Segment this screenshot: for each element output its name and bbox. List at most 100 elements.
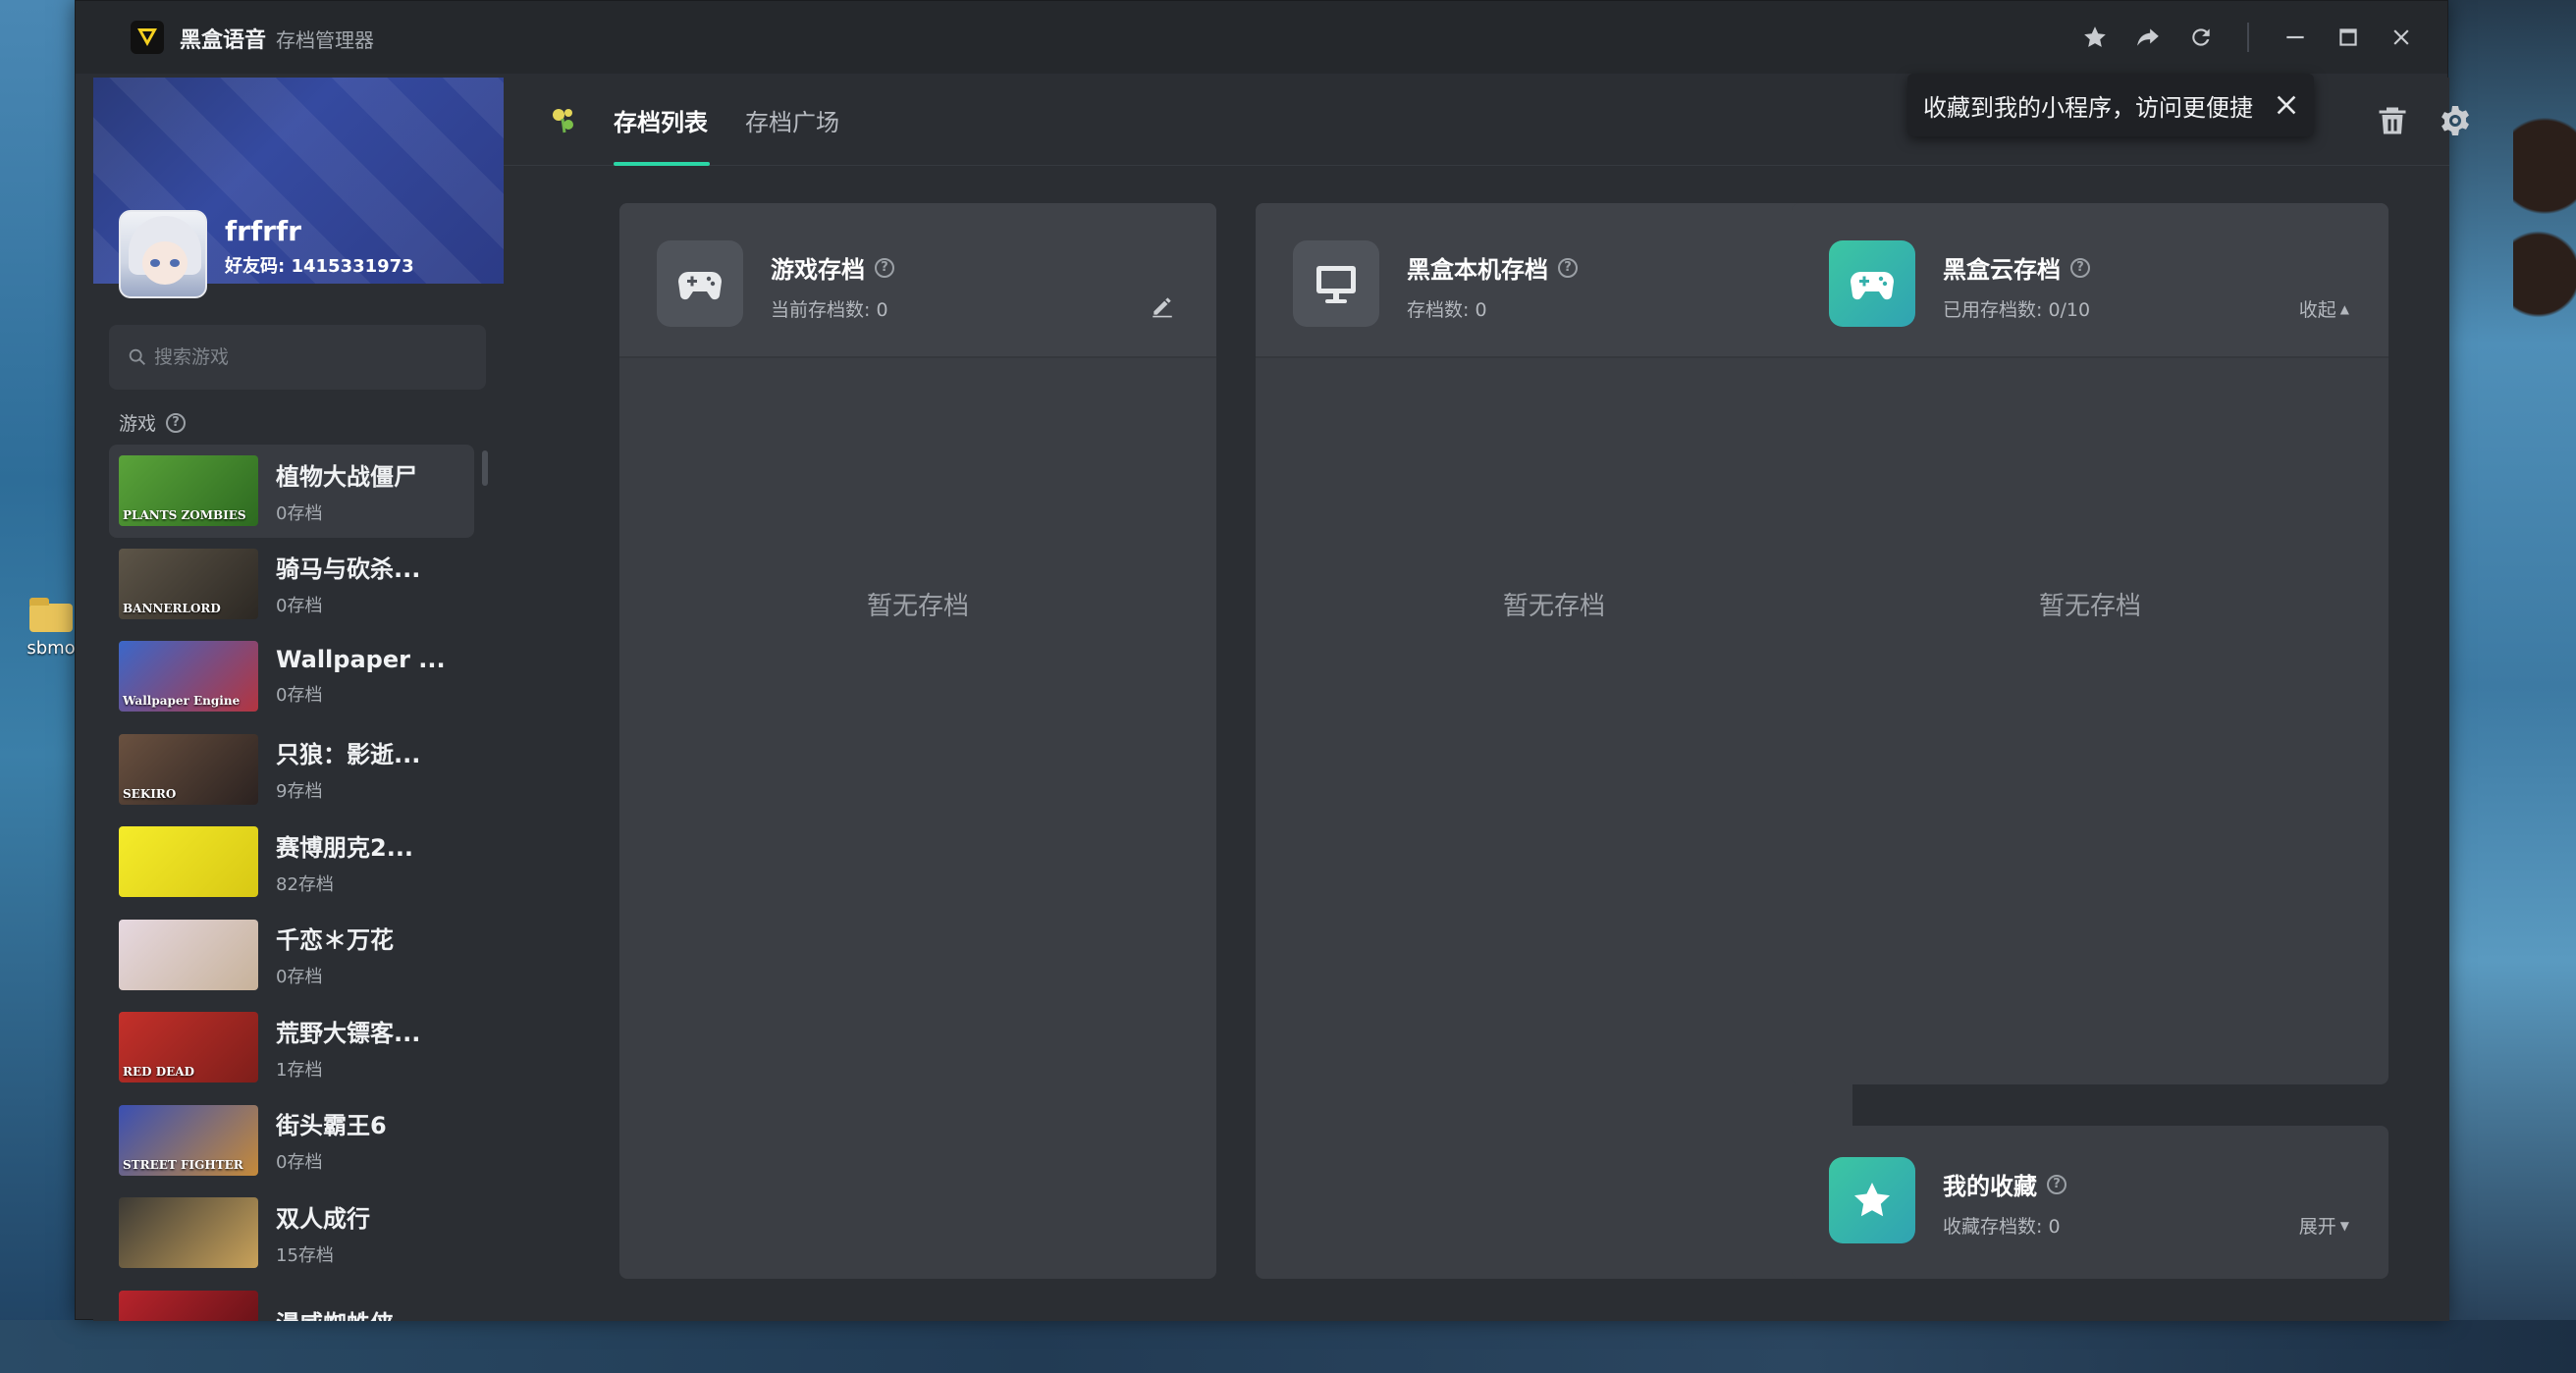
folder-icon (29, 598, 73, 632)
friend-code: 好友码: 1415331973 (225, 256, 414, 277)
search-input[interactable] (154, 346, 468, 368)
desktop-wallpaper-detail (2513, 98, 2576, 324)
help-icon[interactable]: ? (166, 412, 187, 433)
local-saves-help-icon[interactable]: ? (1558, 257, 1578, 278)
minimize-icon (2286, 35, 2304, 39)
computer-monitor-icon (1293, 240, 1379, 327)
game-list-item[interactable]: RED DEAD 荒野大镖客... 1存档 (109, 1001, 474, 1094)
refresh-button[interactable] (2174, 19, 2227, 56)
desktop-shortcut-label: sbmo (27, 638, 76, 659)
avatar-face (142, 241, 188, 285)
game-list-item[interactable]: SPIDER-MAN 漫威蜘蛛侠... (109, 1280, 474, 1321)
game-name: 千恋＊万花 (276, 926, 394, 955)
close-window-button[interactable] (2375, 19, 2428, 56)
game-name: 双人成行 (276, 1204, 370, 1233)
game-info: 双人成行 15存档 (276, 1199, 370, 1267)
title-bar[interactable]: 黑盒语音 存档管理器 (76, 1, 2447, 74)
game-list-item[interactable]: Wallpaper Engine Wallpaper ... 0存档 (109, 630, 474, 723)
game-list-item[interactable]: 双人成行 15存档 (109, 1187, 474, 1280)
tab-bar: 存档列表 存档广场 收藏到我的小程序，访问更便捷 (504, 74, 2469, 166)
avatar-eye-left (150, 259, 160, 267)
minimize-button[interactable] (2269, 19, 2322, 56)
trash-icon[interactable] (2375, 103, 2410, 138)
edit-pencil-icon[interactable] (1150, 293, 1175, 319)
refresh-icon (2192, 28, 2210, 46)
game-saves-header: 游戏存档 ? 当前存档数: 0 (619, 203, 1216, 358)
game-saves-title-text: 游戏存档 (771, 256, 865, 284)
gamepad-icon (657, 240, 743, 327)
game-info: 只狼：影逝... 9存档 (276, 735, 420, 803)
favorite-tooltip: 收藏到我的小程序，访问更便捷 (1907, 74, 2314, 136)
game-list-item[interactable]: 赛博朋克2... 82存档 (109, 816, 474, 909)
active-tab-indicator (614, 162, 710, 166)
cloud-saves-header: 黑盒云存档 ? 已用存档数: 0/10 收起 ▲ (1792, 203, 2388, 358)
cloud-saves-count: 已用存档数: 0/10 (1943, 299, 2091, 321)
avatar-eye-right (170, 259, 180, 267)
games-section-label: 游戏 (119, 413, 157, 435)
app-window: 黑盒语音 存档管理器 frfrfr 好友码: 1415331973 搜索游戏 游… (75, 0, 2469, 1321)
game-thumbnail-text: SEKIRO (123, 786, 177, 801)
games-section-header: 游戏 ? (119, 409, 187, 436)
favorites-count: 收藏存档数: 0 (1943, 1216, 2061, 1238)
collapse-label: 收起 (2298, 299, 2336, 321)
star-icon (2084, 26, 2106, 47)
game-name: 赛博朋克2... (276, 833, 414, 862)
share-button[interactable] (2121, 19, 2174, 56)
tab-save-list[interactable]: 存档列表 (614, 103, 708, 137)
game-list-item[interactable]: STREET FIGHTER 街头霸王6 0存档 (109, 1094, 474, 1188)
local-saves-empty-text: 暂无存档 (1502, 592, 1605, 621)
game-info: 漫威蜘蛛侠... (276, 1304, 420, 1321)
tooltip-close-icon[interactable] (2271, 89, 2302, 121)
game-info: 骑马与砍杀... 0存档 (276, 550, 420, 617)
sidebar-scrollbar[interactable] (482, 450, 488, 486)
close-icon (2393, 29, 2409, 45)
game-saves-help-icon[interactable]: ? (875, 257, 894, 278)
tab-save-plaza[interactable]: 存档广场 (745, 103, 839, 137)
collapse-button[interactable]: 收起 ▲ (2299, 295, 2349, 322)
desktop-folder-shortcut[interactable]: sbmo (27, 598, 76, 659)
game-thumbnail-text: PLANTS ZOMBIES (123, 508, 246, 523)
title-bar-controls (2068, 19, 2428, 56)
game-save-count: 9存档 (276, 781, 323, 803)
local-saves-header: 黑盒本机存档 ? 存档数: 0 (1256, 203, 1852, 358)
maximize-button[interactable] (2322, 19, 2375, 56)
game-list-item[interactable]: PLANTS ZOMBIES 植物大战僵尸 0存档 (109, 445, 474, 538)
game-list-item[interactable]: 千恋＊万花 0存档 (109, 909, 474, 1002)
game-save-count: 82存档 (276, 873, 334, 895)
game-name: 骑马与砍杀... (276, 555, 421, 584)
game-info: 荒野大镖客... 1存档 (276, 1014, 420, 1082)
game-info: 千恋＊万花 0存档 (276, 921, 394, 988)
current-game-icon (553, 109, 573, 133)
game-thumbnail-text: STREET FIGHTER (123, 1157, 243, 1172)
expand-button[interactable]: 展开 ▼ (2299, 1212, 2349, 1239)
local-saves-count: 存档数: 0 (1407, 299, 1487, 321)
cloud-saves-title-text: 黑盒云存档 (1943, 256, 2061, 284)
caret-down-icon: ▼ (2339, 1218, 2349, 1233)
game-list-item[interactable]: SEKIRO 只狼：影逝... 9存档 (109, 723, 474, 817)
favorite-star-button[interactable] (2068, 19, 2121, 56)
game-info: 赛博朋克2... 82存档 (276, 828, 413, 896)
local-saves-panel: 黑盒本机存档 ? 存档数: 0 暂无存档 (1256, 203, 1852, 1279)
local-saves-title-text: 黑盒本机存档 (1407, 256, 1548, 284)
game-name: 荒野大镖客... (276, 1019, 421, 1047)
favorites-title: 我的收藏 ? (1943, 1167, 2066, 1201)
cloud-saves-title: 黑盒云存档 ? (1943, 250, 2090, 285)
game-info: 街头霸王6 0存档 (276, 1106, 387, 1174)
game-thumbnail: PLANTS ZOMBIES (119, 455, 258, 527)
app-name: 黑盒语音 (180, 28, 267, 53)
game-list-item[interactable]: BANNERLORD 骑马与砍杀... 0存档 (109, 538, 474, 631)
username: frfrfr (225, 215, 301, 247)
game-saves-count: 当前存档数: 0 (771, 299, 888, 321)
title-bar-divider (2247, 23, 2249, 52)
cloud-saves-help-icon[interactable]: ? (2070, 257, 2090, 278)
search-icon (129, 348, 145, 365)
favorites-help-icon[interactable]: ? (2047, 1174, 2066, 1194)
settings-gear-icon[interactable] (2438, 103, 2473, 138)
favorites-panel: 我的收藏 ? 收藏存档数: 0 展开 ▼ (1792, 1126, 2388, 1279)
game-name: 植物大战僵尸 (276, 462, 417, 491)
cloud-saves-empty-text: 暂无存档 (2038, 592, 2141, 621)
avatar[interactable] (119, 210, 207, 298)
game-info: Wallpaper ... 0存档 (276, 646, 446, 707)
tooltip-text: 收藏到我的小程序，访问更便捷 (1923, 93, 2253, 122)
cloud-gamepad-icon (1829, 240, 1915, 327)
